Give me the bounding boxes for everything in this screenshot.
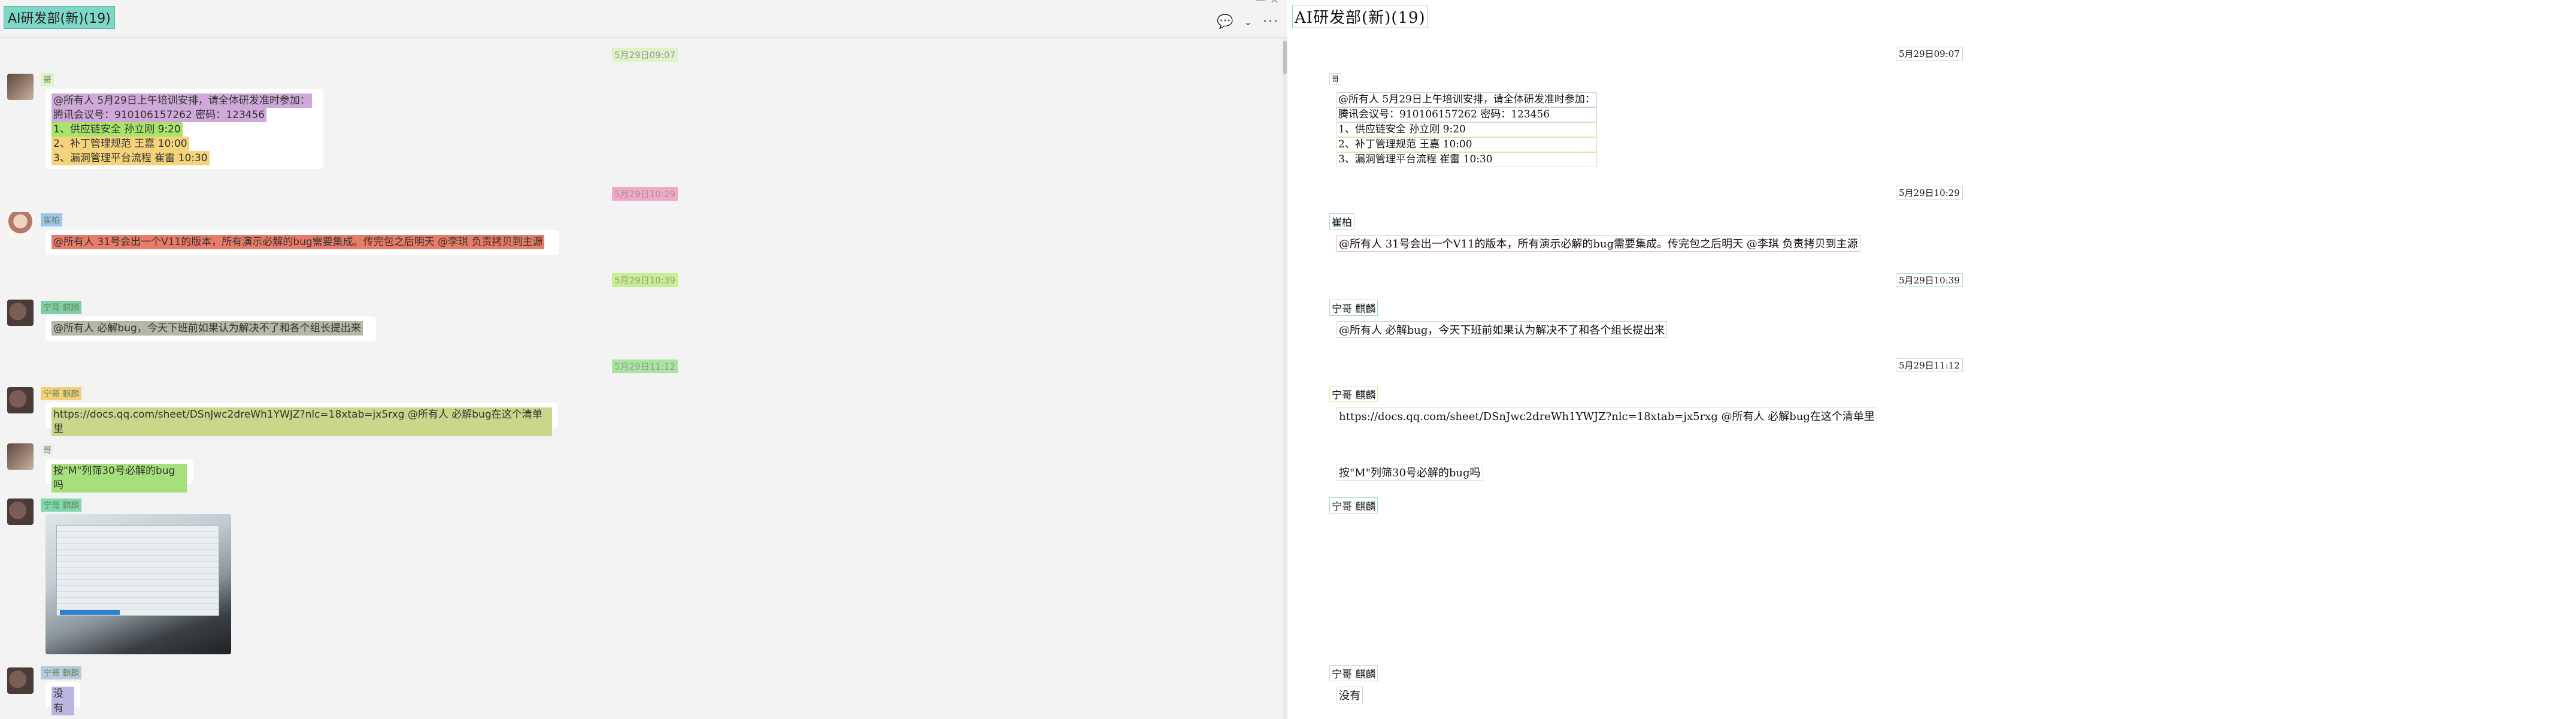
chat-panel: AI研发部(新)(19) — ✕ 💬 ⌄ ··· 5月29日09:07 哥 @所… xyxy=(0,0,1287,719)
chat-bubble-icon[interactable]: 💬 xyxy=(1217,14,1233,29)
sender-name: 宁哥 麒麟 xyxy=(41,499,82,512)
more-icon[interactable]: ··· xyxy=(1263,14,1279,29)
message-line: 3、漏洞管理平台流程 崔雷 10:30 xyxy=(1337,152,1597,167)
message-line: 腾讯会议号：910106157262 密码：123456 xyxy=(51,108,267,122)
timestamp: 5月29日09:07 xyxy=(612,48,678,62)
message-line: 按"M"列筛30号必解的bug吗 xyxy=(1337,464,1483,481)
message-bubble[interactable]: @所有人 必解bug，今天下班前如果认为解决不了和各个组长提出来 xyxy=(46,316,376,342)
sender-name: 宁哥 麒麟 xyxy=(1329,300,1378,316)
timestamp: 5月29日10:29 xyxy=(1896,186,1963,200)
message-line: @所有人 必解bug，今天下班前如果认为解决不了和各个组长提出来 xyxy=(51,321,363,336)
sender-name: 崔柏 xyxy=(41,213,62,226)
sender-name: 哥 xyxy=(1329,73,1342,84)
header-actions: 💬 ⌄ ··· xyxy=(1217,14,1279,29)
avatar[interactable] xyxy=(7,212,34,238)
message-line: 腾讯会议号：910106157262 密码：123456 xyxy=(1337,107,1597,122)
minimize-icon[interactable]: — xyxy=(1255,0,1266,7)
message-line: 2、补丁管理规范 王嘉 10:00 xyxy=(1337,137,1597,152)
sender-name: 宁哥 麒麟 xyxy=(1329,497,1378,513)
message-line: 1、供应链安全 孙立刚 9:20 xyxy=(1337,122,1597,137)
message-image[interactable] xyxy=(46,514,231,654)
message-link[interactable]: https://docs.qq.com/sheet/DSnJwc2dreWh1Y… xyxy=(1337,407,1877,424)
timestamp: 5月29日11:12 xyxy=(1896,358,1963,372)
message-line: @所有人 31号会出一个V11的版本，所有演示必解的bug需要集成。传完包之后明… xyxy=(51,235,545,249)
message-line: @所有人 必解bug，今天下班前如果认为解决不了和各个组长提出来 xyxy=(1337,321,1668,338)
timestamp: 5月29日10:39 xyxy=(1896,273,1963,287)
avatar[interactable] xyxy=(7,443,34,470)
chat-title[interactable]: AI研发部(新)(19) xyxy=(4,6,115,29)
sender-name: 哥 xyxy=(41,73,54,86)
avatar[interactable] xyxy=(7,387,34,413)
sender-name: 崔柏 xyxy=(1329,213,1354,229)
message-line: 2、补丁管理规范 王嘉 10:00 xyxy=(51,137,189,151)
message-line: 3、漏洞管理平台流程 崔雷 10:30 xyxy=(51,151,210,165)
avatar[interactable] xyxy=(7,74,34,100)
message-bubble[interactable]: 按"M"列筛30号必解的bug吗 xyxy=(46,459,193,493)
chevron-down-icon[interactable]: ⌄ xyxy=(1244,16,1252,28)
timestamp: 5月29日10:39 xyxy=(612,273,678,287)
message-bubble[interactable]: @所有人 31号会出一个V11的版本，所有演示必解的bug需要集成。传完包之后明… xyxy=(46,230,559,255)
message-link[interactable]: https://docs.qq.com/sheet/DSnJwc2dreWh1Y… xyxy=(51,407,552,436)
scrollbar[interactable] xyxy=(1283,37,1287,719)
message-bubble[interactable]: 没有 xyxy=(46,682,80,715)
timestamp: 5月29日09:07 xyxy=(1896,47,1963,61)
sender-name: 宁哥 麒麟 xyxy=(41,301,82,314)
message-text: @所有人 5月29日上午培训安排，请全体研发准时参加： 腾讯会议号：910106… xyxy=(1337,92,1597,167)
message-line: 1、供应链安全 孙立刚 9:20 xyxy=(51,122,183,137)
sender-name: 哥 xyxy=(41,443,54,457)
avatar[interactable] xyxy=(7,300,34,326)
message-line: 按"M"列筛30号必解的bug吗 xyxy=(51,464,187,493)
image-taskbar xyxy=(60,610,120,615)
message-line: @所有人 31号会出一个V11的版本，所有演示必解的bug需要集成。传完包之后明… xyxy=(1337,235,1860,252)
message-bubble[interactable]: @所有人 5月29日上午培训安排，请全体研发准时参加： 腾讯会议号：910106… xyxy=(46,89,323,169)
close-icon[interactable]: ✕ xyxy=(1270,0,1279,7)
chat-header: AI研发部(新)(19) — ✕ 💬 ⌄ ··· xyxy=(0,0,1287,38)
message-line: 没有 xyxy=(51,687,74,715)
sender-name: 宁哥 麒麟 xyxy=(41,666,82,679)
message-line: 没有 xyxy=(1337,687,1363,703)
message-bubble[interactable]: https://docs.qq.com/sheet/DSnJwc2dreWh1Y… xyxy=(46,403,558,436)
avatar[interactable] xyxy=(7,499,34,525)
scroll-thumb[interactable] xyxy=(1283,41,1287,74)
sender-name: 宁哥 麒麟 xyxy=(1329,386,1378,402)
sender-name: 宁哥 麒麟 xyxy=(1329,665,1378,681)
timestamp: 5月29日10:29 xyxy=(612,187,678,201)
ocr-panel: AI研发部(新)(19) 5月29日09:07 哥 @所有人 5月29日上午培训… xyxy=(1287,0,2576,719)
sender-name: 宁哥 麒麟 xyxy=(41,387,82,400)
message-line: @所有人 5月29日上午培训安排，请全体研发准时参加： xyxy=(1337,92,1597,107)
page-title: AI研发部(新)(19) xyxy=(1292,5,1428,28)
message-line: @所有人 5月29日上午培训安排，请全体研发准时参加： xyxy=(51,93,312,108)
image-spreadsheet xyxy=(56,525,219,616)
avatar[interactable] xyxy=(7,667,34,694)
timestamp: 5月29日11:12 xyxy=(612,360,678,373)
